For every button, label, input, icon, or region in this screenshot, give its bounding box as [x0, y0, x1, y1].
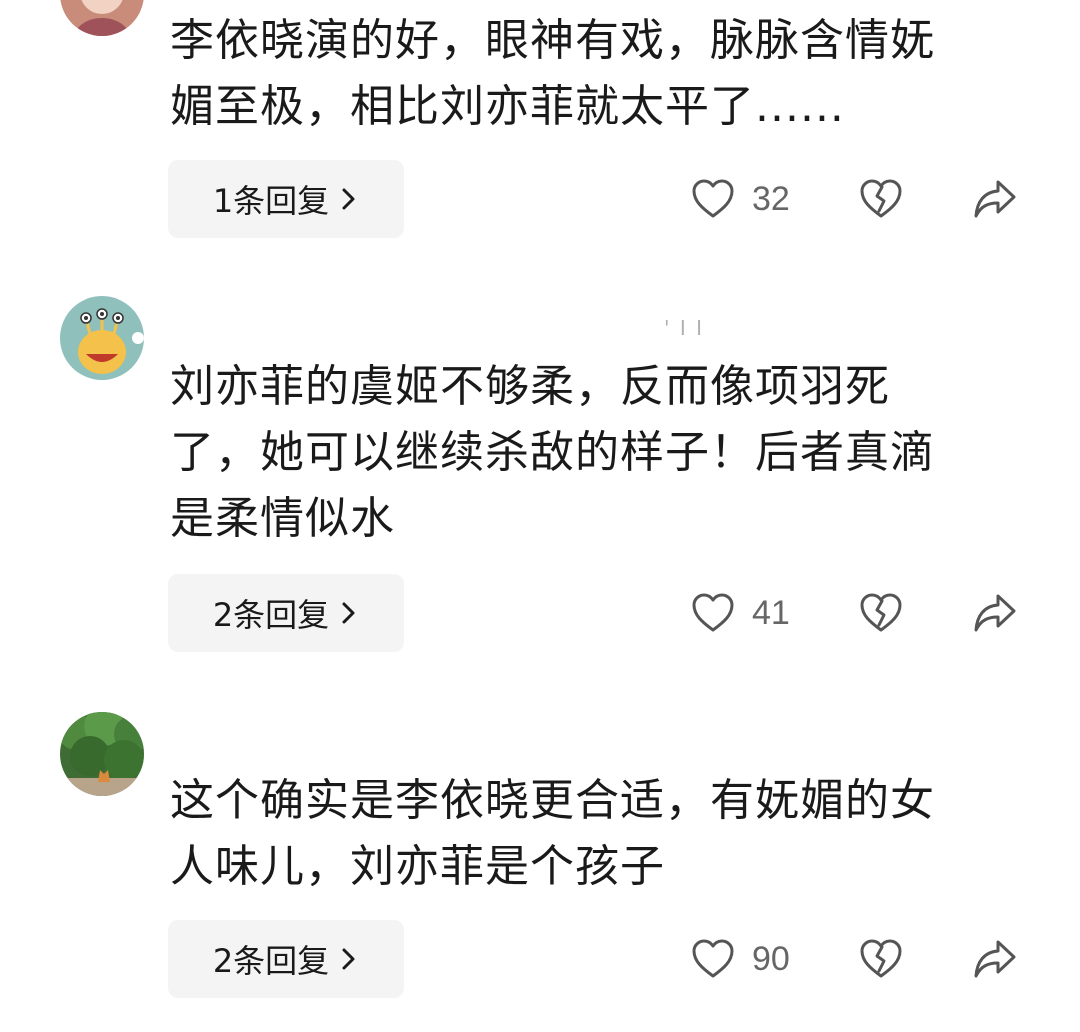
like-count: 90: [752, 940, 790, 978]
chevron-right-icon: [342, 948, 355, 970]
comment-actions: 41: [690, 590, 1030, 640]
heart-icon[interactable]: [690, 590, 736, 636]
comment-actions: 32: [690, 176, 1030, 226]
avatar-image: [60, 296, 144, 380]
comment-actions: 90: [690, 936, 1030, 986]
like-count: 32: [752, 180, 790, 218]
heart-icon[interactable]: [690, 936, 736, 982]
comment-text: 刘亦菲的虞姬不够柔，反而像项羽死 了，她可以继续杀敌的样子！后者真滴 是柔情似水: [170, 361, 935, 544]
avatar-image: [60, 0, 144, 36]
share-arrow-icon[interactable]: [972, 592, 1018, 634]
like-count: 41: [752, 594, 790, 632]
view-replies-button[interactable]: 2条回复: [168, 920, 404, 998]
username[interactable]: ' I I: [664, 316, 704, 340]
avatar[interactable]: [60, 0, 144, 36]
comment-text: 这个确实是李依晓更合适，有妩媚的女 人味儿，刘亦菲是个孩子: [170, 775, 935, 892]
reply-count-label: 2条回复: [212, 942, 330, 980]
broken-heart-icon[interactable]: [858, 176, 904, 222]
share-arrow-icon[interactable]: [972, 938, 1018, 980]
broken-heart-icon[interactable]: [858, 936, 904, 982]
avatar-image: [60, 712, 144, 796]
view-replies-button[interactable]: 2条回复: [168, 574, 404, 652]
comment-text: 李依晓演的好，眼神有戏，脉脉含情妩 媚至极，相比刘亦菲就太平了......: [170, 15, 935, 132]
reply-count-label: 1条回复: [212, 182, 330, 220]
view-replies-button[interactable]: 1条回复: [168, 160, 404, 238]
broken-heart-icon[interactable]: [858, 590, 904, 636]
avatar[interactable]: [60, 712, 144, 796]
avatar[interactable]: [60, 296, 144, 380]
share-arrow-icon[interactable]: [972, 178, 1018, 220]
chevron-right-icon: [342, 188, 355, 210]
heart-icon[interactable]: [690, 176, 736, 222]
chevron-right-icon: [342, 602, 355, 624]
reply-count-label: 2条回复: [212, 596, 330, 634]
